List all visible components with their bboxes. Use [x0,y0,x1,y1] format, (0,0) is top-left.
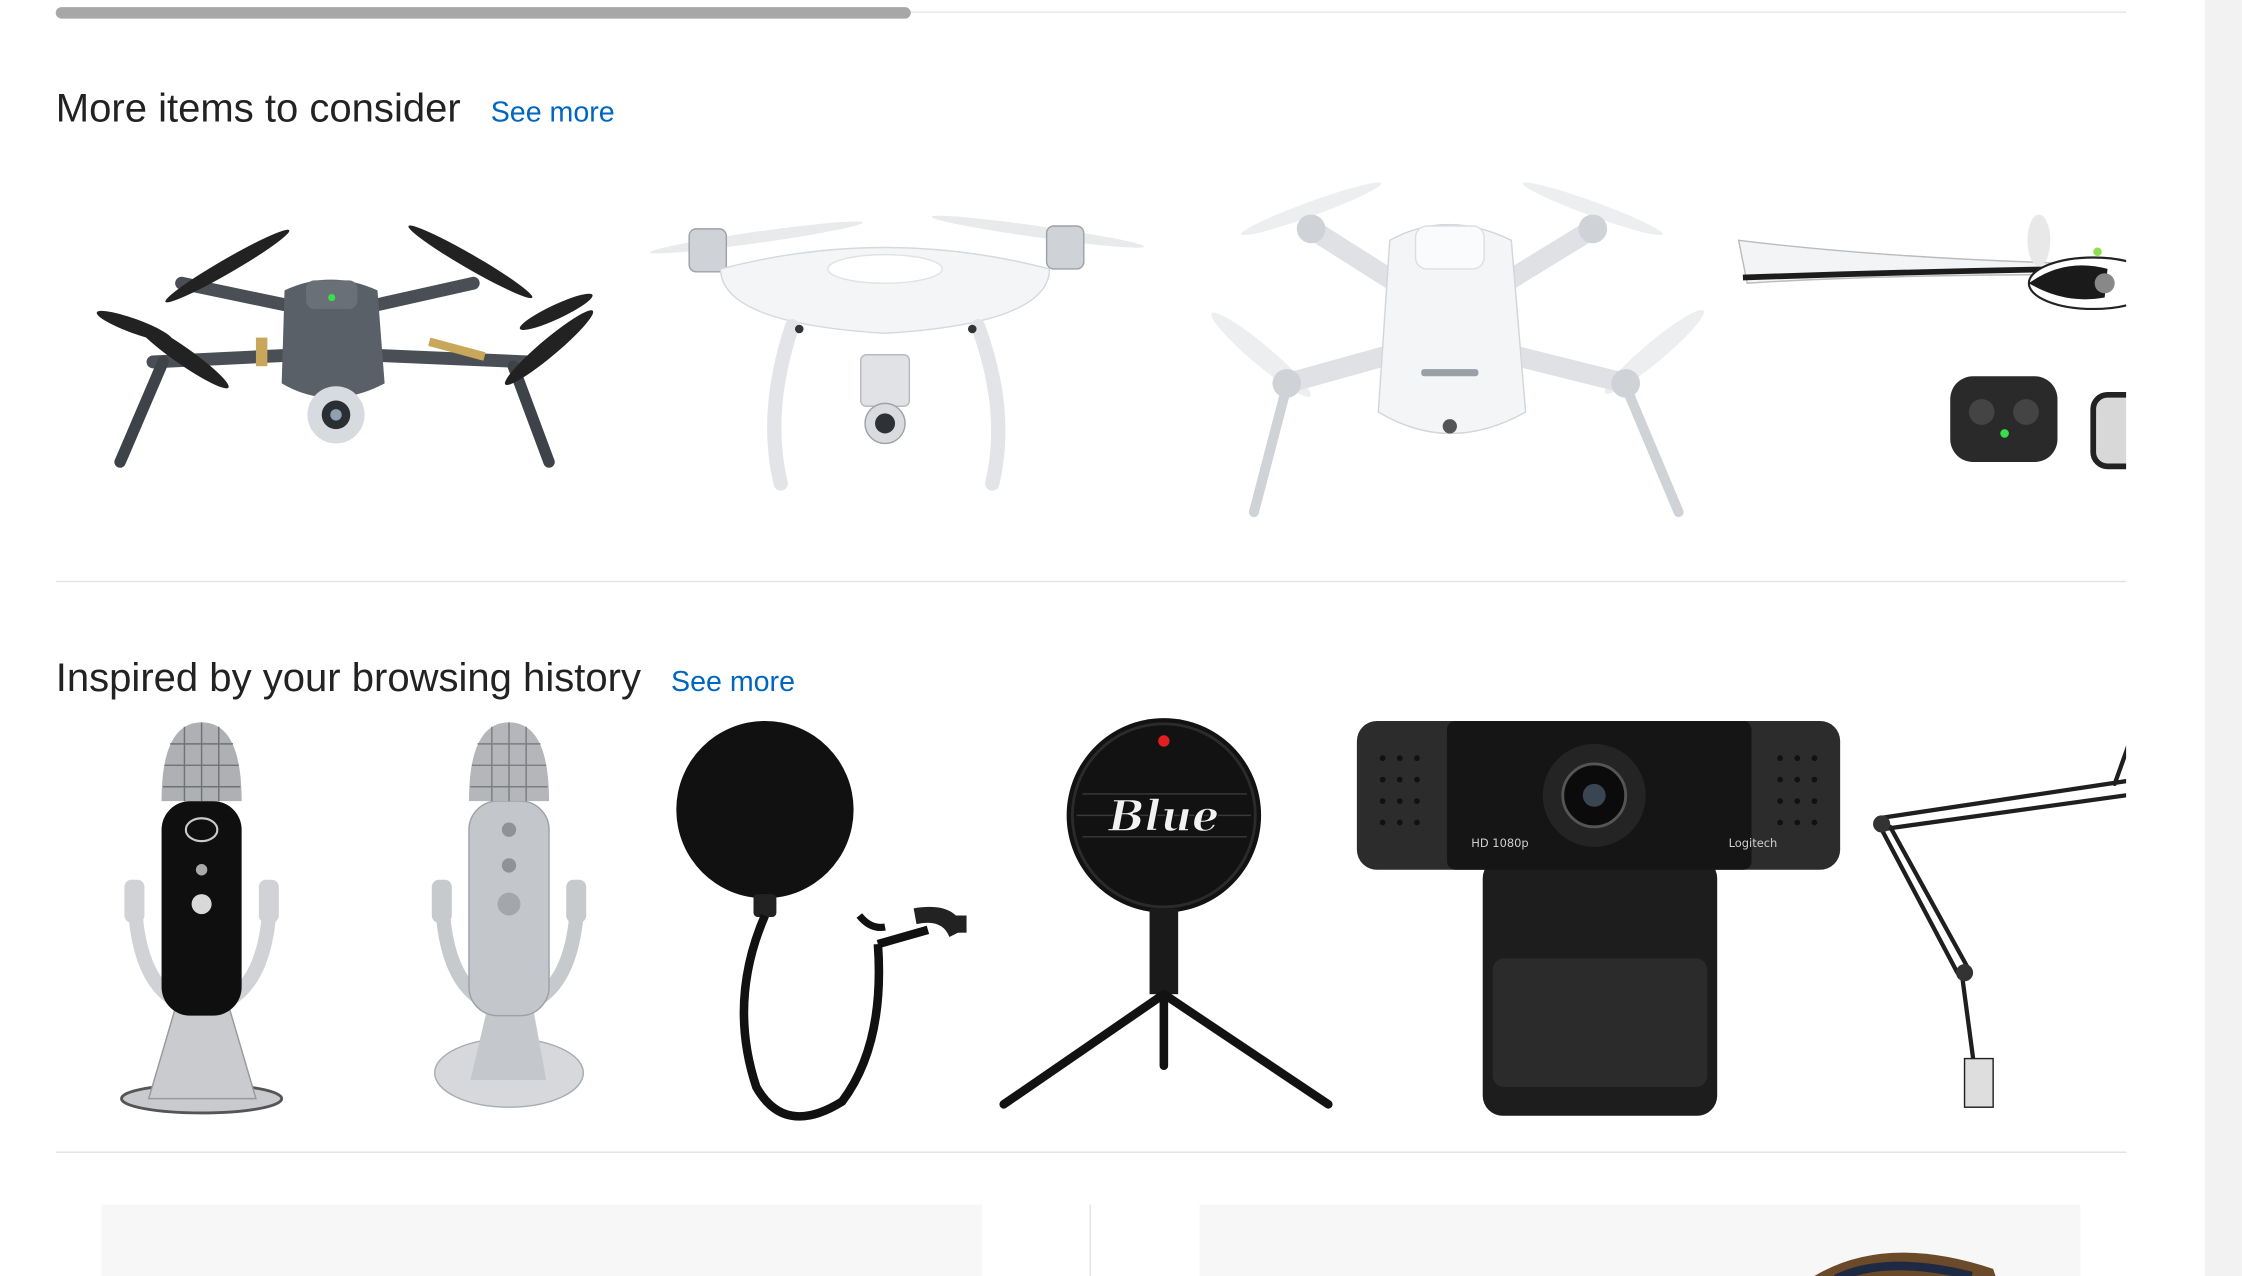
product-card[interactable] [621,169,1159,534]
product-card[interactable] [1175,169,1718,534]
brand-label: Blue [1107,792,1219,842]
boom-arm-icon [1873,745,2127,1108]
product-card[interactable]: HD 1080p Logitech [1354,715,1843,1123]
resolution-label: HD 1080p [1471,836,1528,850]
ad-card-right[interactable] [1199,1204,2081,1276]
ad-card-left[interactable] [101,1204,983,1276]
see-more-link[interactable]: See more [671,667,795,700]
shelf-header-browsing-history: Inspired by your browsing history See mo… [56,655,795,701]
product-card[interactable] [56,169,594,534]
product-card[interactable] [1850,715,2127,1123]
shelf-title: Inspired by your browsing history [55,655,641,700]
shelf-header-more-items: More items to consider See more [56,86,615,132]
product-card[interactable] [406,715,620,1123]
tripod-microphone-icon: Blue [999,718,1333,1109]
carousel-scroll-thumb[interactable] [55,7,911,19]
webcam-icon: HD 1080p Logitech [1356,720,1841,1116]
brand-label: Logitech [1729,836,1778,850]
product-card[interactable] [99,715,313,1123]
usb-microphone-black-icon [120,722,284,1115]
page: More items to consider See more Inspired… [0,0,2242,1276]
see-more-link[interactable]: See more [491,97,615,130]
usb-microphone-silver-icon [431,722,587,1108]
drone-white-compact-icon [1211,182,1704,518]
shelf-title: More items to consider [55,85,461,131]
drone-fixed-wing-icon [1737,214,2127,470]
product-card[interactable] [1736,169,2127,534]
column-divider [1089,1204,1091,1276]
product-card[interactable]: Blue [997,715,1340,1123]
shelf-divider [55,1151,2127,1153]
drone-dark-foldable-icon [96,225,594,468]
carousel-browsing-history: Blue HD 1080p Logitech [56,715,2127,1123]
shelf-divider [55,580,2127,583]
product-card[interactable] [671,715,978,1123]
pop-filter-icon [676,720,967,1121]
hat-icon [1814,1252,1996,1276]
carousel-more-items [56,169,2127,534]
drone-white-quad-camera-icon [650,215,1145,491]
window-scrollbar[interactable] [2204,0,2242,1276]
